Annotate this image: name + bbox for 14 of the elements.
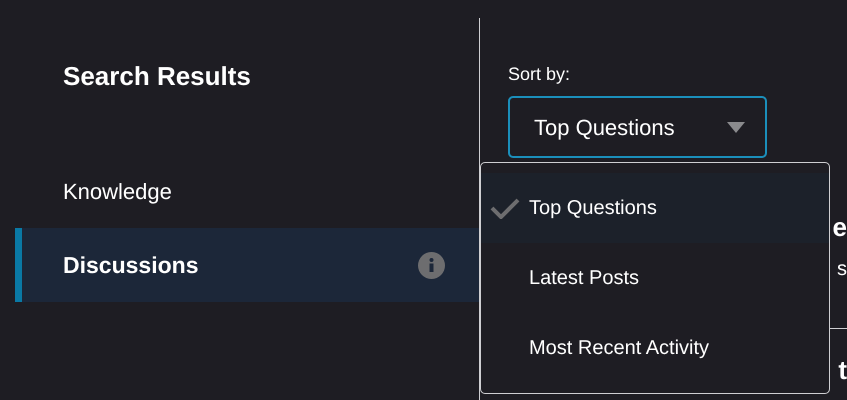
info-icon[interactable]	[418, 252, 445, 278]
sidebar-item[interactable]: Knowledge	[15, 154, 479, 228]
sidebar-item[interactable]: Discussions	[15, 228, 479, 302]
caret-icon	[727, 122, 745, 132]
sort-label: Sort by:	[508, 63, 570, 86]
sort-option[interactable]: Most Recent Activity	[481, 313, 829, 383]
sort-option[interactable]: Latest Posts	[481, 243, 829, 313]
sidebar-title: Search Results	[63, 60, 251, 93]
check-icon	[490, 197, 520, 219]
result-title[interactable]: t	[838, 355, 847, 385]
result-title[interactable]: e	[832, 212, 847, 242]
result-snippet: s	[837, 257, 847, 282]
sort-dropdown[interactable]: Top Questions	[508, 96, 767, 158]
sort-option[interactable]: Top Questions	[481, 173, 829, 243]
